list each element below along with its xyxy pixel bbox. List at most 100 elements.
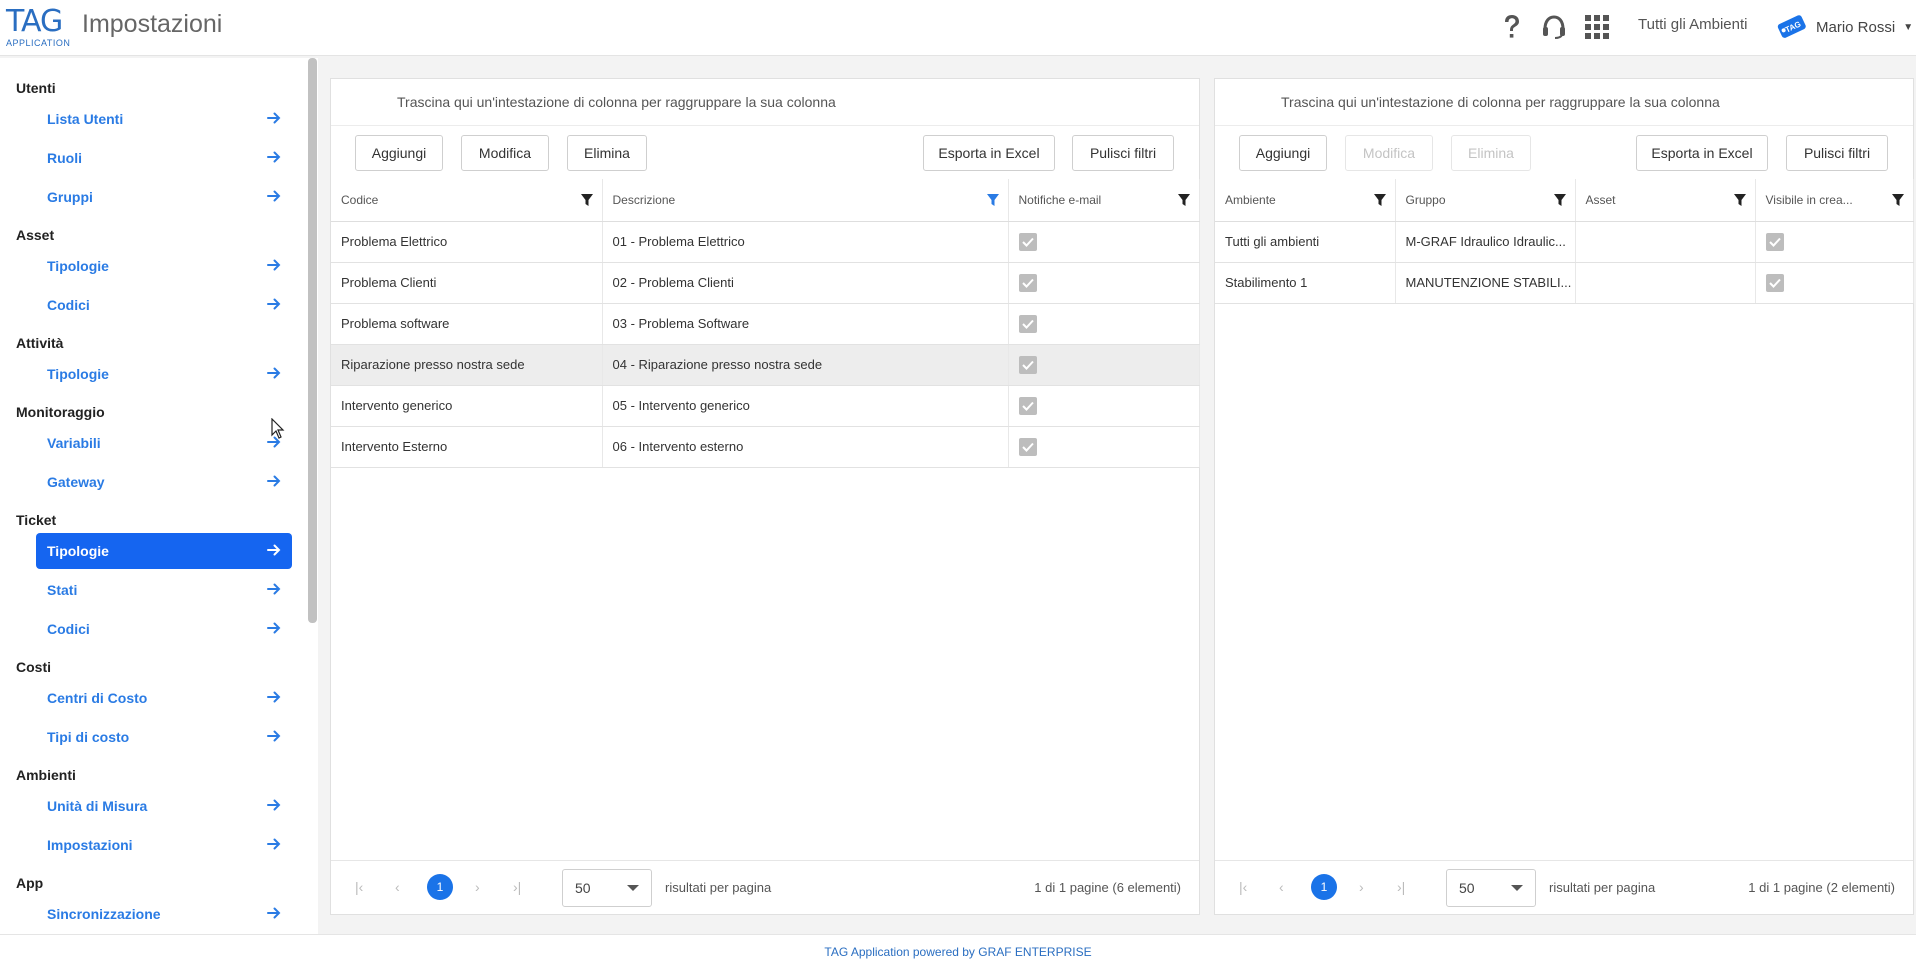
clear-filters-button[interactable]: Pulisci filtri bbox=[1786, 135, 1888, 171]
current-page[interactable]: 1 bbox=[427, 874, 453, 900]
sidebar-item[interactable]: Ruoli bbox=[36, 140, 292, 176]
headset-icon[interactable] bbox=[1539, 12, 1569, 42]
column-header[interactable]: Descrizione bbox=[602, 179, 1009, 222]
checkbox[interactable] bbox=[1018, 314, 1037, 333]
sidebar-item[interactable]: Centri di Costo bbox=[36, 680, 292, 716]
sidebar-item[interactable]: Gruppi bbox=[36, 179, 292, 215]
sidebar-item[interactable]: Unità di Misura bbox=[36, 788, 292, 824]
delete-button[interactable]: Elimina bbox=[567, 135, 647, 171]
checkbox[interactable] bbox=[1765, 273, 1784, 292]
table-row[interactable]: Problema Clienti 02 - Problema Clienti bbox=[331, 262, 1200, 304]
filter-icon[interactable] bbox=[986, 193, 1000, 207]
sidebar-section-title: Ambienti bbox=[16, 767, 76, 783]
environment-selector[interactable]: Tutti gli Ambienti bbox=[1638, 16, 1748, 33]
checkbox[interactable] bbox=[1765, 232, 1784, 251]
checkbox[interactable] bbox=[1018, 355, 1037, 374]
sidebar-item[interactable]: Impostazioni bbox=[36, 827, 292, 863]
sidebar-item[interactable]: Tipologie bbox=[36, 356, 292, 392]
user-menu[interactable]: TAG Mario Rossi ▼ bbox=[1776, 13, 1913, 41]
page-size-label: risultati per pagina bbox=[665, 880, 772, 895]
sidebar-item[interactable]: Variabili bbox=[36, 425, 292, 461]
group-panel[interactable]: Trascina qui un'intestazione di colonna … bbox=[1215, 79, 1913, 126]
column-header[interactable]: Gruppo bbox=[1395, 179, 1576, 222]
filter-icon[interactable] bbox=[1177, 193, 1191, 207]
arrow-right-icon bbox=[267, 691, 281, 703]
next-page-icon[interactable]: › bbox=[475, 879, 480, 895]
check-icon bbox=[1021, 360, 1034, 370]
page-size-label: risultati per pagina bbox=[1549, 880, 1656, 895]
sidebar-item[interactable]: Codici bbox=[36, 287, 292, 323]
column-header[interactable]: Asset bbox=[1575, 179, 1756, 222]
checkbox[interactable] bbox=[1018, 396, 1037, 415]
grid-toolbar: Aggiungi Modifica Elimina Esporta in Exc… bbox=[331, 135, 1199, 171]
question-icon[interactable] bbox=[1497, 12, 1527, 42]
sidebar-section-title: App bbox=[16, 875, 44, 891]
cell-email-notify bbox=[1008, 262, 1200, 304]
export-excel-button[interactable]: Esporta in Excel bbox=[923, 135, 1055, 171]
sidebar-item[interactable]: Lista Utenti bbox=[36, 101, 292, 137]
sidebar-item[interactable]: Stati bbox=[36, 572, 292, 608]
sidebar-item[interactable]: Sincronizzazione bbox=[36, 896, 292, 932]
add-button[interactable]: Aggiungi bbox=[355, 135, 443, 171]
table-row[interactable]: Intervento generico 05 - Intervento gener… bbox=[331, 385, 1200, 427]
arrow-right-icon bbox=[267, 907, 281, 919]
last-page-icon[interactable]: ›| bbox=[1397, 879, 1405, 895]
cell-visible bbox=[1755, 262, 1914, 304]
filter-icon[interactable] bbox=[1553, 193, 1567, 207]
first-page-icon[interactable]: |‹ bbox=[355, 879, 363, 895]
sidebar-item[interactable]: Tipologie bbox=[36, 533, 292, 569]
table-row[interactable]: Stabilimento 1 MANUTENZIONE STABILI... bbox=[1215, 262, 1914, 304]
checkbox[interactable] bbox=[1018, 437, 1037, 456]
user-name: Mario Rossi bbox=[1816, 18, 1896, 36]
filter-icon[interactable] bbox=[580, 193, 594, 207]
column-header[interactable]: Codice bbox=[331, 179, 603, 222]
table-row[interactable]: Tutti gli ambienti M-GRAF Idraulico Idrau… bbox=[1215, 221, 1914, 263]
add-button[interactable]: Aggiungi bbox=[1239, 135, 1327, 171]
last-page-icon[interactable]: ›| bbox=[513, 879, 521, 895]
sidebar-section-title: Costi bbox=[16, 659, 51, 675]
filter-icon[interactable] bbox=[1373, 193, 1387, 207]
sidebar-item[interactable]: Gateway bbox=[36, 464, 292, 500]
export-excel-button[interactable]: Esporta in Excel bbox=[1636, 135, 1768, 171]
ticket-types-grid: Codice Descrizione Notifiche e-mail Proble… bbox=[331, 179, 1200, 468]
sidebar-item[interactable]: Tipi di costo bbox=[36, 719, 292, 755]
edit-button[interactable]: Modifica bbox=[461, 135, 549, 171]
filter-icon[interactable] bbox=[1891, 193, 1905, 207]
sidebar-item-label: Codici bbox=[47, 297, 90, 313]
prev-page-icon[interactable]: ‹ bbox=[395, 879, 400, 895]
filter-icon[interactable] bbox=[1733, 193, 1747, 207]
current-page[interactable]: 1 bbox=[1311, 874, 1337, 900]
cell-description: 06 - Intervento esterno bbox=[602, 426, 1009, 468]
column-header[interactable]: Visibile in crea... bbox=[1755, 179, 1914, 222]
page-size-select[interactable]: 50 bbox=[562, 869, 652, 907]
app-logo[interactable]: TAG APPLICATION bbox=[6, 6, 70, 50]
column-header[interactable]: Notifiche e-mail bbox=[1008, 179, 1200, 222]
sidebar-item[interactable]: Codici bbox=[36, 611, 292, 647]
grid-icon[interactable] bbox=[1582, 12, 1612, 42]
sidebar-item-label: Sincronizzazione bbox=[47, 906, 161, 922]
edit-button[interactable]: Modifica bbox=[1345, 135, 1433, 171]
checkbox[interactable] bbox=[1018, 232, 1037, 251]
sidebar-item-label: Tipi di costo bbox=[47, 729, 130, 745]
check-icon bbox=[1021, 278, 1034, 288]
mouse-cursor-icon bbox=[271, 418, 285, 439]
check-icon bbox=[1021, 237, 1034, 247]
cell-description: 01 - Problema Elettrico bbox=[602, 221, 1009, 263]
table-row[interactable]: Riparazione presso nostra sede 04 - Ripar… bbox=[331, 344, 1200, 386]
page-size-select[interactable]: 50 bbox=[1446, 869, 1536, 907]
table-row[interactable]: Problema Elettrico 01 - Problema Elettric… bbox=[331, 221, 1200, 263]
checkbox[interactable] bbox=[1018, 273, 1037, 292]
first-page-icon[interactable]: |‹ bbox=[1239, 879, 1247, 895]
prev-page-icon[interactable]: ‹ bbox=[1279, 879, 1284, 895]
column-header[interactable]: Ambiente bbox=[1215, 179, 1396, 222]
app-header: TAG APPLICATION Impostazioni Tutti gli A… bbox=[0, 0, 1916, 56]
sidebar-item-label: Gruppi bbox=[47, 189, 93, 205]
sidebar-scrollbar[interactable] bbox=[308, 58, 317, 623]
delete-button[interactable]: Elimina bbox=[1451, 135, 1531, 171]
next-page-icon[interactable]: › bbox=[1359, 879, 1364, 895]
group-panel[interactable]: Trascina qui un'intestazione di colonna … bbox=[331, 79, 1199, 126]
sidebar-item[interactable]: Tipologie bbox=[36, 248, 292, 284]
clear-filters-button[interactable]: Pulisci filtri bbox=[1072, 135, 1174, 171]
table-row[interactable]: Problema software 03 - Problema Software bbox=[331, 303, 1200, 345]
table-row[interactable]: Intervento Esterno 06 - Intervento estern… bbox=[331, 426, 1200, 468]
